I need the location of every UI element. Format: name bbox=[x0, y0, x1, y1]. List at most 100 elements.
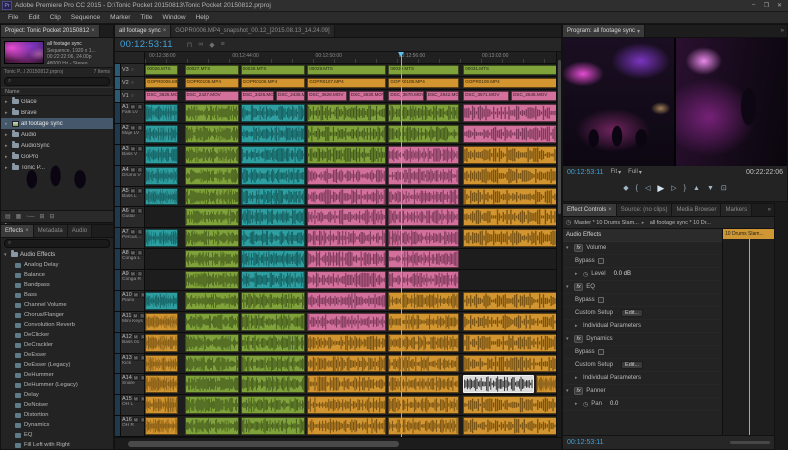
menu-title[interactable]: Title bbox=[135, 12, 157, 23]
clip-a15-0[interactable] bbox=[145, 396, 178, 414]
selected-clip-banner[interactable]: 10 Drums Slam... bbox=[723, 229, 774, 239]
trash-icon[interactable]: ⊟ bbox=[50, 213, 55, 220]
clip-a2-3[interactable] bbox=[307, 125, 386, 143]
add-marker-icon[interactable]: ◆ bbox=[209, 41, 214, 49]
clip-a9-1[interactable] bbox=[241, 271, 305, 289]
timeline-vertical-scrollbar[interactable] bbox=[556, 52, 561, 437]
clip-a2-4[interactable] bbox=[388, 125, 459, 143]
disclosure-icon[interactable]: ▸ bbox=[5, 121, 10, 127]
clip-a14-3[interactable] bbox=[307, 375, 386, 393]
disclosure-open-icon[interactable]: ▾ bbox=[566, 245, 571, 251]
scrollbar-thumb[interactable] bbox=[128, 441, 400, 447]
clip-a3-4[interactable] bbox=[388, 146, 459, 164]
param-value[interactable]: 0.0 dB bbox=[614, 271, 631, 277]
clip-a12-3[interactable] bbox=[307, 334, 386, 352]
overflow-icon[interactable]: » bbox=[765, 207, 774, 213]
maximize-button[interactable]: ❐ bbox=[760, 2, 773, 9]
disclosure-icon[interactable]: ▸ bbox=[575, 323, 580, 329]
mute-button[interactable]: M bbox=[132, 313, 138, 319]
playhead[interactable] bbox=[401, 52, 402, 437]
project-item-brave[interactable]: ▸Brave bbox=[1, 107, 113, 118]
clip-a13-4[interactable] bbox=[388, 355, 459, 373]
clip-a9-0[interactable] bbox=[185, 271, 239, 289]
clip-a2-5[interactable] bbox=[463, 125, 561, 143]
clip-a3-2[interactable] bbox=[241, 146, 305, 164]
effect-panner[interactable]: ▾fxPanner bbox=[563, 385, 722, 398]
clip-a11-0[interactable] bbox=[145, 313, 178, 331]
preview-thumbnail[interactable] bbox=[4, 41, 44, 64]
clip-a15-4[interactable] bbox=[388, 396, 459, 414]
track-header-a9[interactable]: A9MSConga R bbox=[121, 270, 145, 290]
clip-gopr0106-mp4[interactable]: GOPR0106.MP4 bbox=[241, 78, 305, 88]
effect-item-eq[interactable]: EQ bbox=[1, 430, 113, 440]
param-value[interactable]: 0.0 bbox=[610, 401, 618, 407]
clip-a1-5[interactable] bbox=[463, 104, 561, 122]
program-timecode[interactable]: 00:12:53:11 bbox=[567, 169, 603, 176]
effect-item-dehummer-legacy[interactable]: DeHummer (Legacy) bbox=[1, 380, 113, 390]
disclosure-icon[interactable]: ▸ bbox=[575, 401, 580, 407]
param-volume-bypass[interactable]: Bypass bbox=[563, 255, 722, 268]
clip-a8-0[interactable] bbox=[185, 250, 239, 268]
clip-a7-2[interactable] bbox=[241, 229, 305, 247]
effects-group-audio-effects[interactable]: ▾ Audio Effects bbox=[1, 249, 113, 260]
effect-item-convolution-reverb[interactable]: Convolution Reverb bbox=[1, 320, 113, 330]
effect-item-deesser-legacy[interactable]: DeEsser (Legacy) bbox=[1, 360, 113, 370]
disclosure-icon[interactable]: ▸ bbox=[5, 99, 10, 105]
clip-a11-5[interactable] bbox=[463, 313, 561, 331]
clip-a11-2[interactable] bbox=[241, 313, 305, 331]
effect-item-chorus-flanger[interactable]: Chorus/Flanger bbox=[1, 310, 113, 320]
disclosure-icon[interactable]: ▸ bbox=[5, 165, 10, 171]
clip-a15-2[interactable] bbox=[241, 396, 305, 414]
mute-button[interactable]: M bbox=[130, 188, 136, 194]
disclosure-open-icon[interactable]: ▾ bbox=[566, 284, 571, 290]
mute-button[interactable]: M bbox=[133, 396, 139, 402]
effect-dynamics[interactable]: ▾fxDynamics bbox=[563, 333, 722, 346]
mini-playhead[interactable] bbox=[749, 239, 750, 435]
clip-a13-1[interactable] bbox=[185, 355, 239, 373]
clip-a10-4[interactable] bbox=[388, 292, 459, 310]
effects-search-input[interactable]: ⌕ bbox=[4, 239, 110, 248]
clip-a5-4[interactable] bbox=[388, 188, 459, 206]
clip-a4-1[interactable] bbox=[185, 167, 239, 185]
clip-a13-3[interactable] bbox=[307, 355, 386, 373]
param-volume-level[interactable]: ▸◷Level0.0 dB bbox=[563, 268, 722, 281]
bypass-checkbox[interactable] bbox=[598, 258, 604, 264]
clip-a5-3[interactable] bbox=[307, 188, 386, 206]
track-header-v3[interactable]: V3○ bbox=[121, 64, 145, 76]
snap-icon[interactable]: ⊓ bbox=[187, 41, 192, 49]
effect-item-dehummer[interactable]: DeHummer bbox=[1, 370, 113, 380]
clip-a15-5[interactable] bbox=[463, 396, 561, 414]
clip-a11-1[interactable] bbox=[185, 313, 239, 331]
zoom-level-select[interactable]: Fit ▾ bbox=[610, 169, 621, 176]
master-clip-label[interactable]: Master * 10 Drums Slam... bbox=[574, 220, 639, 226]
clip-a6-4[interactable] bbox=[463, 208, 561, 226]
clip-a13-2[interactable] bbox=[241, 355, 305, 373]
disclosure-icon[interactable]: ▸ bbox=[5, 143, 10, 149]
param-panner-pan[interactable]: ▸◷Pan0.0 bbox=[563, 398, 722, 411]
clip-a14-1[interactable] bbox=[185, 375, 239, 393]
mute-button[interactable]: M bbox=[133, 334, 139, 340]
export-frame-button[interactable]: ⊡ bbox=[721, 184, 727, 192]
clip-dsc-3426-mov[interactable]: DSC_3426.MOV bbox=[241, 91, 274, 101]
clip-a10-3[interactable] bbox=[307, 292, 386, 310]
program-frame-left[interactable] bbox=[563, 38, 674, 166]
time-ruler[interactable]: 00:12:38:0000:12:44:0000:12:50:0000:12:5… bbox=[145, 52, 561, 63]
project-item-all-footage-sync[interactable]: ▸all footage sync bbox=[1, 118, 113, 129]
track-header-a14[interactable]: A14MSSnare bbox=[121, 374, 145, 394]
track-header-a11[interactable]: A11MSMini Keys bbox=[121, 312, 145, 332]
disclosure-icon[interactable]: ▸ bbox=[5, 154, 10, 160]
play-button[interactable]: ▶ bbox=[657, 183, 664, 194]
clip-a14-4[interactable] bbox=[388, 375, 459, 393]
clip-a2-1[interactable] bbox=[185, 125, 239, 143]
tab-effect-controls[interactable]: Effect Controls× bbox=[563, 204, 617, 216]
param-eq-individual-parameters[interactable]: ▸Individual Parameters bbox=[563, 320, 722, 333]
solo-button[interactable]: S bbox=[137, 146, 143, 152]
tab-markers[interactable]: Markers bbox=[721, 204, 752, 216]
tab-source-no-clips[interactable]: Source: (no clips) bbox=[617, 204, 673, 216]
effect-item-analog-delay[interactable]: Analog Delay bbox=[1, 260, 113, 270]
clip-a10-1[interactable] bbox=[185, 292, 239, 310]
effect-item-balance[interactable]: Balance bbox=[1, 270, 113, 280]
clip-gopr0105-mp4[interactable]: GOPR0105.MP4 bbox=[185, 78, 239, 88]
timeline-settings-icon[interactable]: ≡ bbox=[221, 41, 225, 49]
mute-button[interactable]: M bbox=[133, 292, 139, 298]
